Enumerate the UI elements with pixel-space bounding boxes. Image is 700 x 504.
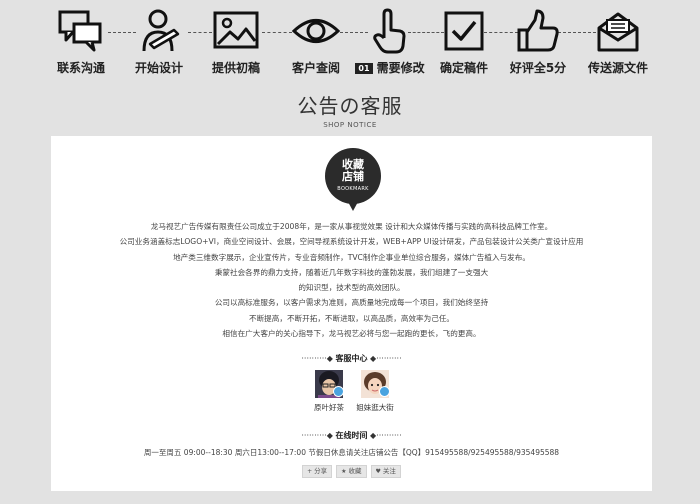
- agent-name[interactable]: 原叶好茶: [304, 402, 354, 413]
- avatar[interactable]: [315, 370, 343, 398]
- intro-line: 地产类三维数字展示，企业宣传片，专业音频制作，TVC制作企事业单位综合服务，媒体…: [173, 252, 530, 262]
- intro-line: 的知识型，技术型的高效团队。: [298, 283, 405, 293]
- chat-bubbles-icon: [58, 10, 102, 52]
- page-title: 公告の客服: [297, 94, 403, 118]
- envelope-icon: [597, 12, 639, 52]
- qq-status-icon: [333, 386, 343, 397]
- intro-line: 龙马视艺广告传媒有限责任公司成立于2008年，是一家从事视觉效果 设计和大众媒体…: [150, 222, 553, 231]
- eye-icon: [291, 19, 341, 43]
- checkbox-icon: [444, 11, 484, 51]
- step-label: 确定稿件: [439, 61, 488, 75]
- bookmark-store-button[interactable]: 收藏 店铺 BOOKMARK: [325, 148, 381, 211]
- plus-icon: +: [307, 468, 313, 475]
- page-subtitle: SHOP NOTICE: [323, 121, 377, 129]
- favorite-button[interactable]: ★ 收藏: [336, 465, 367, 478]
- pointing-hand-icon: [373, 8, 406, 54]
- intro-line: 秉蒙社会各界的鼎力支持，随着近几年数字科技的蓬勃发展，我们组建了一支强大: [214, 267, 489, 277]
- follow-button[interactable]: ♥ 关注: [370, 465, 401, 478]
- bookmark-label: 店铺: [342, 170, 364, 183]
- bookmark-label-en: BOOKMARK: [337, 186, 369, 192]
- share-actions: + 分享 ★ 收藏 ♥ 关注: [51, 465, 652, 478]
- designer-pen-icon: [142, 9, 180, 52]
- intro-line: 公司以高标准服务，以客户需求为准则，高质量地完成每一个项目，我们始终坚持: [214, 298, 489, 308]
- intro-line: 公司业务涵盖标志LOGO+VI，商业空间设计、会展，空间导视系统设计开发，WEB…: [119, 237, 584, 247]
- step-draft: 提供初稿: [196, 8, 276, 76]
- thumbs-up-icon: [517, 9, 559, 52]
- picture-draft-icon: [213, 11, 259, 49]
- intro-line: 不断提高，不断开拓，不断进取，以高品质，高效率为己任。: [248, 313, 455, 323]
- step-contact: 联系沟通: [41, 8, 121, 76]
- agent-name[interactable]: 姐妹逛大街: [350, 402, 400, 413]
- notice-heading: 公告の客服 SHOP NOTICE: [0, 90, 700, 129]
- step-deliver: 传送源文件: [578, 8, 658, 76]
- step-label: 客户查阅: [291, 61, 340, 75]
- notice-panel: 收藏 店铺 BOOKMARK 龙马视艺广告传媒有限责任公司成立于2008年，是一…: [51, 136, 652, 491]
- company-intro: 龙马视艺广告传媒有限责任公司成立于2008年，是一家从事视觉效果 设计和大众媒体…: [51, 219, 652, 341]
- star-icon: ★: [341, 468, 347, 475]
- step-start-design: 开始设计: [119, 8, 199, 76]
- service-agent[interactable]: 姐妹逛大街: [350, 370, 400, 413]
- qq-status-icon: [379, 386, 389, 397]
- step-label: 提供初稿: [211, 61, 260, 75]
- service-center-heading: ··········◆ 客服中心 ◆··········: [301, 354, 402, 363]
- online-time-heading: ··········◆ 在线时间 ◆··········: [301, 431, 402, 440]
- bookmark-label: 收藏: [342, 158, 364, 171]
- avatar[interactable]: [361, 370, 389, 398]
- heart-icon: ♥: [375, 468, 381, 475]
- online-hours: 周一至周五 09:00--18:30 周六日13:00--17:00 节假日休息…: [143, 448, 560, 457]
- step-label: 开始设计: [134, 61, 183, 75]
- service-agent[interactable]: 原叶好茶: [304, 370, 354, 413]
- step-confirm: 确定稿件: [424, 8, 504, 76]
- step-rating: 好评全5分: [498, 8, 578, 76]
- share-button[interactable]: + 分享: [302, 465, 333, 478]
- step-number-badge: 01: [355, 63, 373, 74]
- step-label: 好评全5分: [509, 61, 567, 75]
- step-label: 联系沟通: [56, 61, 105, 75]
- process-steps: 联系沟通 开始设计 提供初稿 客户查阅 01 需要修改 确定稿件 好评全5分 传…: [0, 0, 700, 85]
- step-label: 传送源文件: [587, 61, 648, 75]
- intro-line: 相信在广大客户的关心指导下，龙马视艺必将与您一起跑的更长，飞的更高。: [222, 329, 481, 339]
- step-review: 客户查阅: [276, 8, 356, 76]
- step-label: 01 需要修改: [350, 59, 430, 76]
- step-revise: 01 需要修改: [350, 8, 430, 76]
